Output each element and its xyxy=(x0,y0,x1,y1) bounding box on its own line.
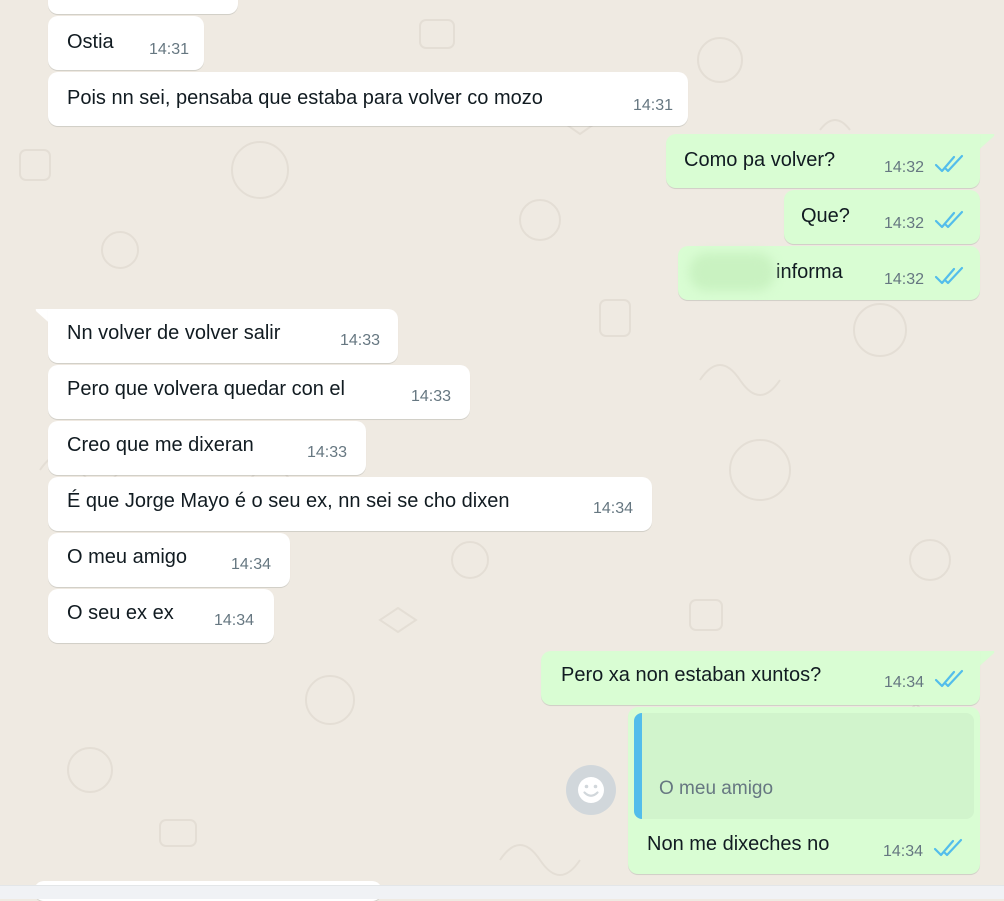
message-timestamp: 14:33 xyxy=(307,444,348,461)
reaction-button[interactable] xyxy=(566,765,616,815)
message-text: Non me dixeches no xyxy=(647,833,830,855)
message-text: Que? xyxy=(801,205,850,227)
message-timestamp: 14:34 xyxy=(214,612,255,629)
message-bubble-incoming[interactable]: Ostia 14:31 xyxy=(48,16,204,70)
message-timestamp: 14:31 xyxy=(633,97,674,114)
double-check-icon xyxy=(933,838,963,857)
composer-edge xyxy=(0,885,1004,899)
message-text: Pero que volvera quedar con el xyxy=(67,378,345,400)
message-timestamp: 14:34 xyxy=(593,500,634,517)
message-text: O seu ex ex xyxy=(67,602,174,624)
message-bubble-incoming[interactable]: É que Jorge Mayo é o seu ex, nn sei se c… xyxy=(48,477,652,531)
message-bubble-incoming[interactable]: O meu amigo 14:34 xyxy=(48,533,290,587)
double-check-icon xyxy=(934,669,964,688)
message-text: Como pa volver? xyxy=(684,149,836,171)
message-bubble-incoming-partial[interactable] xyxy=(48,0,238,14)
message-bubble-outgoing[interactable]: Que? 14:32 xyxy=(784,190,980,244)
message-text: O meu amigo xyxy=(67,546,188,568)
message-bubble-incoming[interactable]: Pois nn sei, pensaba que estaba para vol… xyxy=(48,72,688,126)
redacted-text-blur xyxy=(689,253,775,291)
double-check-icon xyxy=(934,154,964,173)
quoted-message[interactable]: O meu amigo xyxy=(634,713,974,819)
message-text: informa xyxy=(776,261,843,283)
message-timestamp: 14:34 xyxy=(884,674,925,691)
message-bubble-incoming[interactable]: Nn volver de volver salir 14:33 xyxy=(48,309,398,363)
message-bubble-incoming[interactable]: Pero que volvera quedar con el 14:33 xyxy=(48,365,470,419)
message-timestamp: 14:32 xyxy=(884,159,925,176)
message-timestamp: 14:34 xyxy=(883,843,924,860)
message-bubble-outgoing[interactable]: Como pa volver? 14:32 xyxy=(666,134,980,188)
message-timestamp: 14:33 xyxy=(411,388,452,405)
message-bubble-outgoing[interactable]: Pero xa non estaban xuntos? 14:34 xyxy=(541,651,980,705)
message-text: Ostia xyxy=(67,31,114,53)
message-timestamp: 14:34 xyxy=(231,556,272,573)
message-text: Pero xa non estaban xuntos? xyxy=(561,664,822,686)
message-timestamp: 14:33 xyxy=(340,332,381,349)
message-bubble-incoming[interactable]: Creo que me dixeran 14:33 xyxy=(48,421,366,475)
message-text: É que Jorge Mayo é o seu ex, nn sei se c… xyxy=(67,490,510,512)
message-text: Pois nn sei, pensaba que estaba para vol… xyxy=(67,87,543,109)
message-bubble-incoming[interactable]: O seu ex ex 14:34 xyxy=(48,589,274,643)
message-text: Nn volver de volver salir xyxy=(67,322,281,344)
message-timestamp: 14:32 xyxy=(884,271,925,288)
smiley-icon xyxy=(578,777,604,803)
message-timestamp: 14:31 xyxy=(149,41,190,58)
quoted-message-text: O meu amigo xyxy=(659,778,774,799)
double-check-icon xyxy=(934,210,964,229)
quote-accent-bar xyxy=(634,713,642,819)
message-timestamp: 14:32 xyxy=(884,215,925,232)
message-text: Creo que me dixeran xyxy=(67,434,254,456)
double-check-icon xyxy=(934,266,964,285)
